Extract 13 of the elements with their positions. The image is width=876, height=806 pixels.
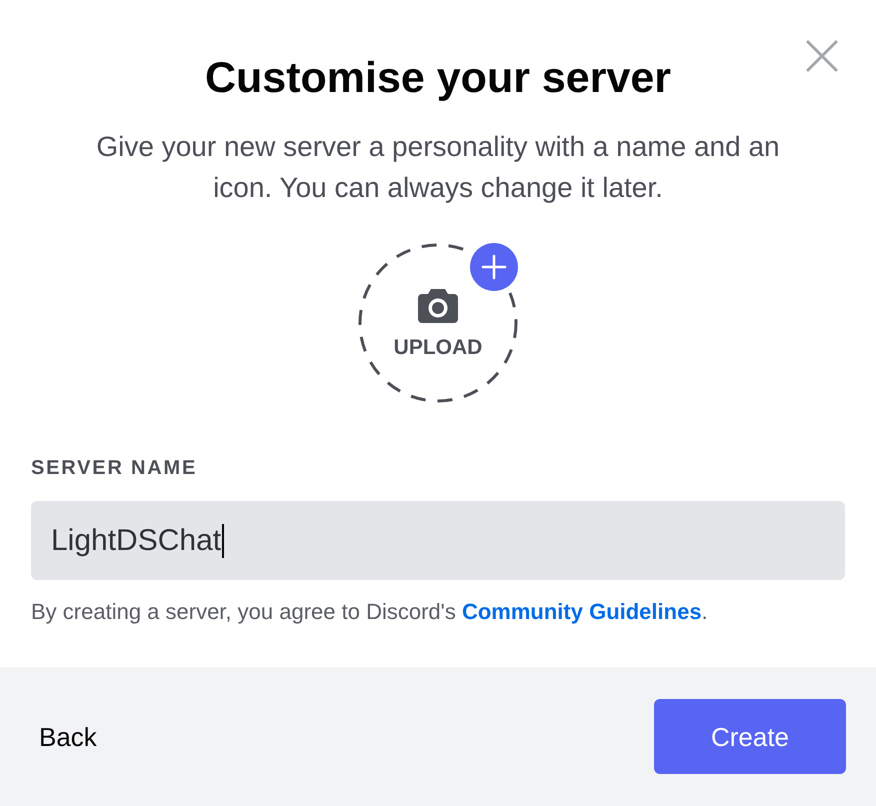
close-icon: [806, 40, 838, 72]
create-button[interactable]: Create: [654, 699, 846, 774]
community-guidelines-link[interactable]: Community Guidelines: [462, 599, 702, 624]
plus-badge-icon: [470, 243, 518, 291]
server-name-label: SERVER NAME: [31, 456, 198, 480]
dialog-title: Customise your server: [204, 53, 672, 104]
back-button[interactable]: Back: [31, 718, 105, 756]
dialog-subtitle: Give your new server a personality with a name and an icon. You can always change it later.: [95, 130, 781, 205]
terms-text: By creating a server, you agree to Discord's Community Guidelines.: [31, 598, 709, 626]
camera-icon: [418, 288, 458, 322]
server-name-input[interactable]: LightDSChat: [31, 501, 845, 580]
close-button[interactable]: [806, 40, 838, 72]
server-name-value: LightDSChat: [51, 523, 222, 559]
